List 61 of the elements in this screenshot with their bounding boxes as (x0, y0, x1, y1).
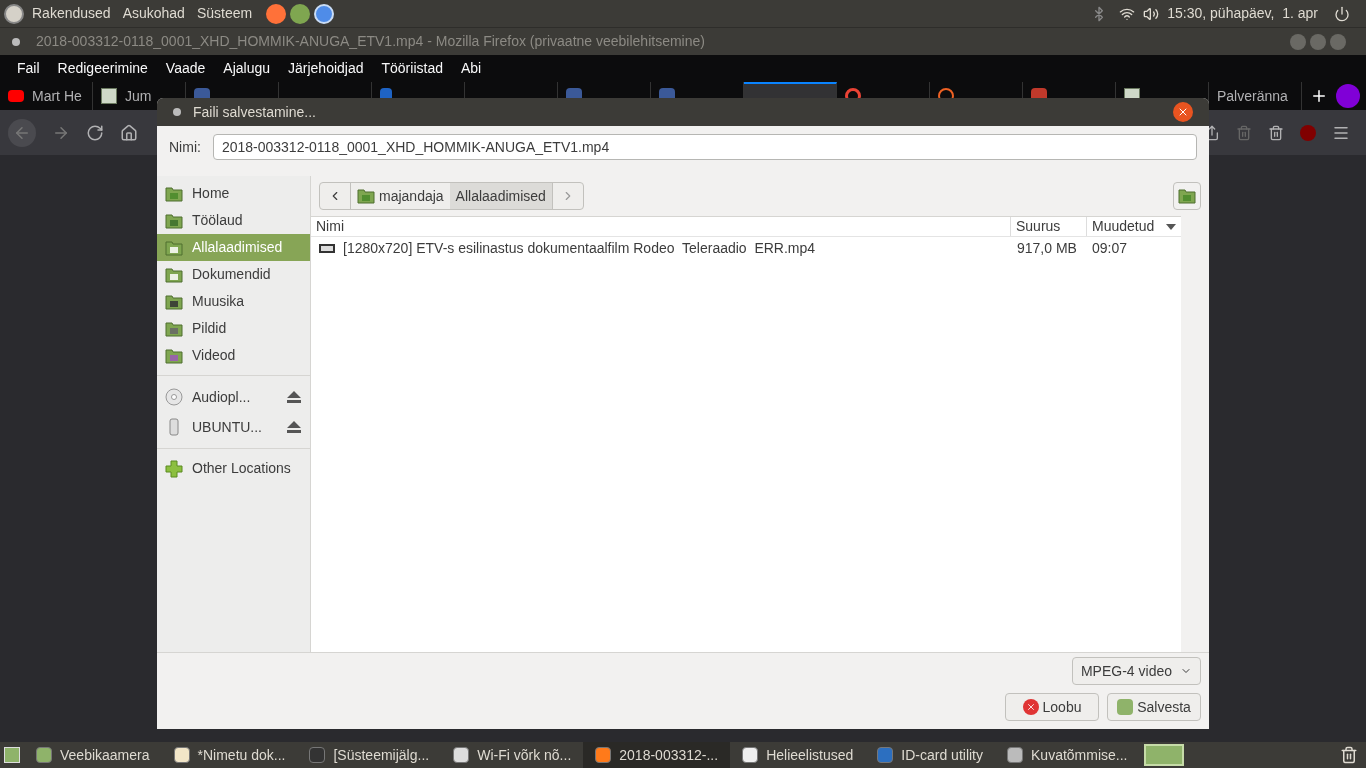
path-segment[interactable]: majandaja (351, 183, 450, 209)
menu-item[interactable]: Tööriistad (372, 58, 452, 79)
sidebar-item[interactable]: Other Locations (157, 455, 310, 482)
power-icon[interactable] (1334, 5, 1350, 22)
volume-icon[interactable] (1143, 5, 1160, 22)
workspace-switcher-icon[interactable] (1143, 744, 1184, 766)
file-icon (319, 243, 335, 253)
taskbar-item[interactable]: 2018-003312-... (583, 742, 731, 768)
sidebar-item[interactable]: Töölaud (157, 207, 310, 234)
usb-drive-icon (169, 418, 179, 436)
taskbar-item[interactable]: [Süsteemijälg... (297, 742, 442, 768)
sort-arrow-icon (1166, 223, 1176, 230)
file-size: 917,0 MB (1016, 238, 1078, 258)
file-name-field[interactable]: 2018-003312-0118_0001_XHD_HOMMIK-ANUGA_ETV1.mp4 (212, 134, 1197, 160)
cancel-icon (1022, 699, 1039, 715)
panel-menu[interactable]: Asukohad (122, 3, 185, 24)
taskbar-item[interactable]: Veebikaamera (24, 742, 162, 768)
column-header[interactable]: Nimi (311, 217, 1010, 236)
save-button[interactable]: Salvesta (1107, 693, 1201, 721)
close-button[interactable] (1173, 102, 1193, 122)
eject-icon[interactable] (286, 420, 302, 434)
disc-icon (165, 388, 183, 406)
home-icon[interactable] (120, 123, 138, 142)
clock[interactable]: 15:30, pühapäev, 1. apr (1167, 3, 1318, 24)
sidebar-item[interactable]: UBUNTU... (157, 412, 310, 442)
trash-icon[interactable] (1340, 746, 1358, 764)
page-icon (101, 88, 117, 104)
plus-icon (165, 459, 183, 478)
panel-menu[interactable]: Rakendused (32, 3, 111, 24)
taskbar-item[interactable]: Wi-Fi võrk nõ... (441, 742, 584, 768)
path-segment[interactable]: Allalaadimised (449, 183, 552, 209)
window-title: 2018-003312-0118_0001_XHD_HOMMIK-ANUGA_ETV1.mp4 - Mozilla Firefox (privaatne veebilehitsemine) (36, 32, 705, 51)
cancel-button[interactable]: Loobu (1005, 693, 1099, 721)
sidebar-item[interactable]: Muusika (157, 288, 310, 315)
column-header[interactable]: Suurus (1010, 217, 1086, 236)
taskbar-item[interactable]: Helieelistused (730, 742, 866, 768)
menu-item[interactable]: Vaade (156, 58, 215, 79)
sidebar-item[interactable]: Audiopl... (157, 382, 310, 412)
sidebar-item[interactable]: Videod (157, 342, 310, 369)
new-tab-icon[interactable] (1310, 87, 1328, 105)
taskbar-item[interactable]: *Nimetu dok... (161, 742, 298, 768)
file-modified: 09:07 (1091, 238, 1129, 258)
panel-menu[interactable]: Süsteem (196, 3, 253, 24)
menu-item[interactable]: Ajalugu (214, 58, 279, 79)
taskbar-item[interactable]: Kuvatõmmise... (995, 742, 1140, 768)
file-name[interactable]: [1280x720] ETV-s esilinastus dokumentaalfilm Rodeo Teleraadio ERR.mp4 (343, 237, 816, 259)
name-label: Nimi: (169, 137, 201, 157)
file-type-dropdown[interactable]: MPEG-4 video (1071, 657, 1201, 685)
eject-icon[interactable] (286, 390, 302, 404)
taskbar-item[interactable]: ID-card utility (865, 742, 995, 768)
trash-icon[interactable] (1268, 124, 1284, 141)
menu-item[interactable]: Fail (8, 58, 49, 79)
dialog-title: Faili salvestamine... (193, 102, 316, 122)
sidebar-item[interactable]: Pildid (157, 315, 310, 342)
menu-item[interactable]: Redigeerimine (48, 58, 157, 79)
sidebar-item[interactable]: Home (157, 180, 310, 207)
new-folder-button[interactable] (1173, 182, 1201, 210)
reload-icon[interactable] (86, 123, 104, 142)
menu-item[interactable]: Järjehoidjad (279, 58, 373, 79)
sidebar-item[interactable]: Dokumendid (157, 261, 310, 288)
menu-item[interactable]: Abi (451, 58, 491, 79)
